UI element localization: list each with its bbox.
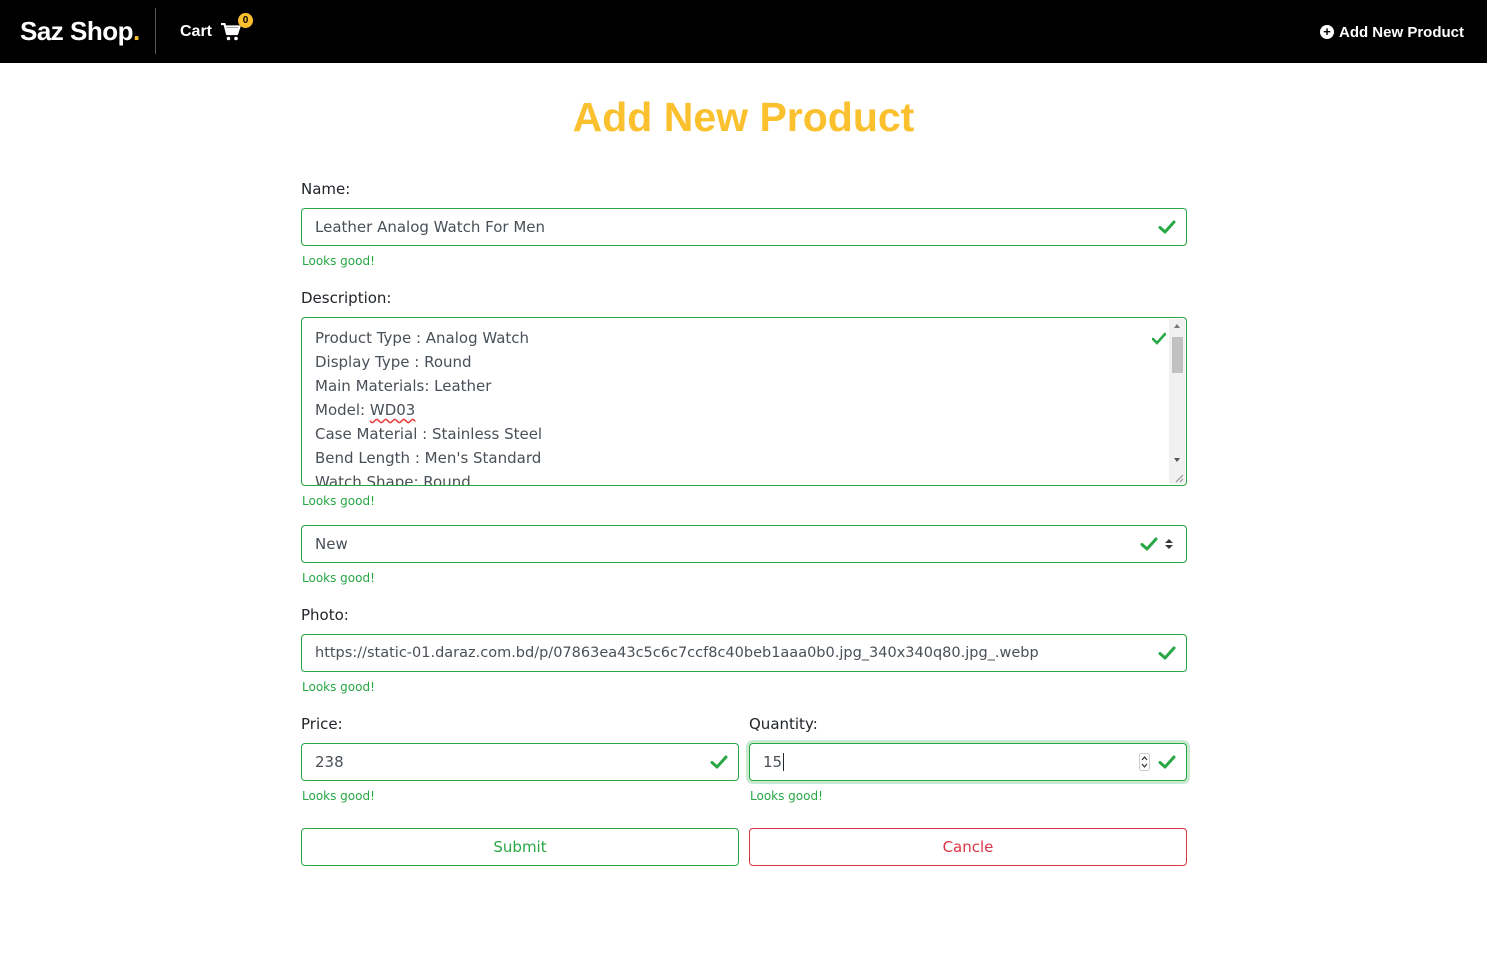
shopping-cart-icon <box>221 23 241 41</box>
nav-divider <box>155 8 156 54</box>
valid-check-icon <box>1140 537 1158 551</box>
price-value: 238 <box>315 753 344 771</box>
description-line: Model: WD03 <box>315 398 1173 422</box>
condition-selected-value: New <box>315 535 348 553</box>
cart-count-badge: 0 <box>238 13 253 28</box>
valid-check-icon <box>1158 220 1176 234</box>
description-line: Watch Shape: Round <box>315 473 471 486</box>
description-line: Product Type : Analog Watch <box>315 329 530 347</box>
name-label: Name: <box>301 180 351 198</box>
name-input[interactable]: Leather Analog Watch For Men <box>301 208 1187 246</box>
text-caret <box>783 753 785 771</box>
description-feedback: Looks good! <box>302 494 375 508</box>
photo-label: Photo: <box>301 606 349 624</box>
price-feedback: Looks good! <box>302 789 375 803</box>
plus-circle-icon: + <box>1319 25 1334 39</box>
cancel-button[interactable]: Cancle <box>749 828 1187 866</box>
description-line: Main Materials: Leather <box>315 377 492 395</box>
photo-url-input[interactable]: https://static-01.daraz.com.bd/p/07863ea… <box>301 634 1187 672</box>
submit-button[interactable]: Submit <box>301 828 739 866</box>
condition-select[interactable]: New <box>301 525 1187 563</box>
cart-label: Cart <box>180 23 213 40</box>
navbar: Saz Shop. Cart 0 + Add New Product <box>0 0 1487 63</box>
add-new-product-link[interactable]: + Add New Product <box>1319 21 1464 43</box>
quantity-stepper[interactable]: 15 <box>749 743 1187 781</box>
name-input-value: Leather Analog Watch For Men <box>315 218 546 236</box>
valid-check-icon <box>1152 332 1166 345</box>
scroll-thumb[interactable] <box>1172 337 1183 373</box>
description-line-prefix: Model: <box>315 401 370 419</box>
page-title: Add New Product <box>572 94 915 140</box>
number-spinner-icon[interactable] <box>1139 753 1150 771</box>
brand-dot: . <box>133 16 140 46</box>
description-line: Case Material : Stainless Steel <box>315 425 543 443</box>
price-label: Price: <box>301 715 343 733</box>
resize-grip-icon[interactable] <box>1174 473 1184 483</box>
description-line: Bend Length : Men's Standard <box>315 449 542 467</box>
price-input[interactable]: 238 <box>301 743 739 781</box>
condition-feedback: Looks good! <box>302 571 375 585</box>
name-feedback: Looks good! <box>302 254 375 268</box>
quantity-feedback: Looks good! <box>750 789 823 803</box>
photo-feedback: Looks good! <box>302 680 375 694</box>
scroll-up-arrow-icon[interactable] <box>1174 324 1180 328</box>
quantity-value: 15 <box>763 753 783 771</box>
valid-check-icon <box>1158 646 1176 660</box>
description-line: Display Type : Round <box>315 353 472 371</box>
scroll-down-arrow-icon[interactable] <box>1174 458 1180 462</box>
spellcheck-word: WD03 <box>369 401 416 419</box>
valid-check-icon <box>1158 755 1176 769</box>
brand-name: Saz Shop <box>20 16 134 46</box>
description-scrollbar[interactable] <box>1169 319 1185 484</box>
description-textarea[interactable]: Product Type : Analog Watch Display Type… <box>301 317 1187 486</box>
photo-url-value: https://static-01.daraz.com.bd/p/07863ea… <box>315 645 1039 661</box>
add-new-product-label: Add New Product <box>1338 23 1464 41</box>
brand-logo[interactable]: Saz Shop. <box>20 14 140 48</box>
quantity-label: Quantity: <box>749 715 818 733</box>
cart-link[interactable]: Cart 0 <box>180 13 253 44</box>
select-arrows-icon <box>1165 539 1173 549</box>
description-label: Description: <box>301 289 392 307</box>
valid-check-icon <box>710 755 728 769</box>
